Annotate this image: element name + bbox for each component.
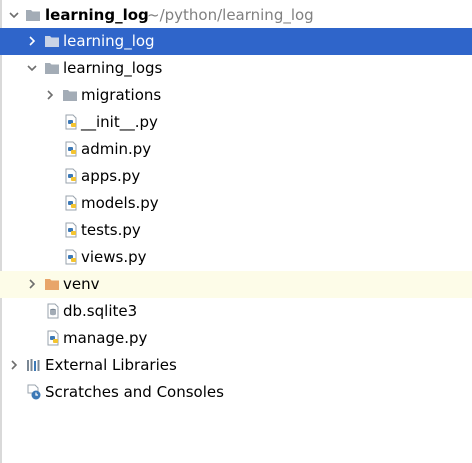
python-file-icon <box>63 163 79 190</box>
tree-item-label: Scratches and Consoles <box>45 383 224 401</box>
scratches-icon <box>26 379 42 406</box>
folder-icon <box>62 82 78 109</box>
python-file-icon <box>63 244 79 271</box>
database-file-icon <box>45 298 61 325</box>
tree-root-row[interactable]: learning_log ~/python/learning_log <box>0 2 472 29</box>
tree-item-label: db.sqlite3 <box>63 302 138 320</box>
folder-icon <box>44 55 60 82</box>
tree-item-label: venv <box>63 275 100 293</box>
tree-item-admin-py[interactable]: admin.py <box>0 136 472 163</box>
chevron-down-icon[interactable] <box>8 2 20 29</box>
tree-item-label: tests.py <box>81 221 141 239</box>
tree-item-migrations[interactable]: migrations <box>0 82 472 109</box>
tree-item-label: learning_logs <box>63 59 163 77</box>
tree-item-label: models.py <box>81 194 159 212</box>
chevron-right-icon[interactable] <box>8 352 20 379</box>
excluded-folder-icon <box>44 271 60 298</box>
tree-item-venv[interactable]: venv <box>0 271 472 298</box>
tree-item-label: learning_log <box>63 32 155 50</box>
chevron-right-icon[interactable] <box>26 271 38 298</box>
libraries-icon <box>26 352 42 379</box>
tree-item-views-py[interactable]: views.py <box>0 244 472 271</box>
tree-item-label: External Libraries <box>45 356 177 374</box>
tree-item-label: migrations <box>81 86 162 104</box>
tree-item-tests-py[interactable]: tests.py <box>0 217 472 244</box>
chevron-right-icon[interactable] <box>26 28 38 55</box>
folder-icon <box>44 28 60 55</box>
tree-item-manage-py[interactable]: manage.py <box>0 325 472 352</box>
tree-item-apps-py[interactable]: apps.py <box>0 163 472 190</box>
tree-item-external-libraries[interactable]: External Libraries <box>0 352 472 379</box>
tree-item-init-py[interactable]: __init__.py <box>0 109 472 136</box>
tree-item-label: admin.py <box>81 140 152 158</box>
tree-item-models-py[interactable]: models.py <box>0 190 472 217</box>
project-tree-panel: learning_log ~/python/learning_log learn… <box>0 0 472 463</box>
root-folder-label: learning_log <box>45 6 149 24</box>
python-file-icon <box>63 190 79 217</box>
tree-item-label: manage.py <box>63 329 148 347</box>
tree-item-learning-log[interactable]: learning_log <box>0 28 472 55</box>
python-file-icon <box>63 136 79 163</box>
tree-item-label: apps.py <box>81 167 141 185</box>
tree-item-label: views.py <box>81 248 147 266</box>
chevron-down-icon[interactable] <box>26 55 38 82</box>
tree-item-label: __init__.py <box>81 113 158 131</box>
tree-item-scratches-and-consoles[interactable]: Scratches and Consoles <box>0 379 472 406</box>
tree-item-db-sqlite3[interactable]: db.sqlite3 <box>0 298 472 325</box>
python-file-icon <box>45 325 61 352</box>
python-file-icon <box>63 217 79 244</box>
chevron-right-icon[interactable] <box>44 82 56 109</box>
folder-icon <box>25 2 41 29</box>
python-file-icon <box>63 109 79 136</box>
root-folder-path: ~/python/learning_log <box>147 6 314 24</box>
tree-item-learning-logs[interactable]: learning_logs <box>0 55 472 82</box>
